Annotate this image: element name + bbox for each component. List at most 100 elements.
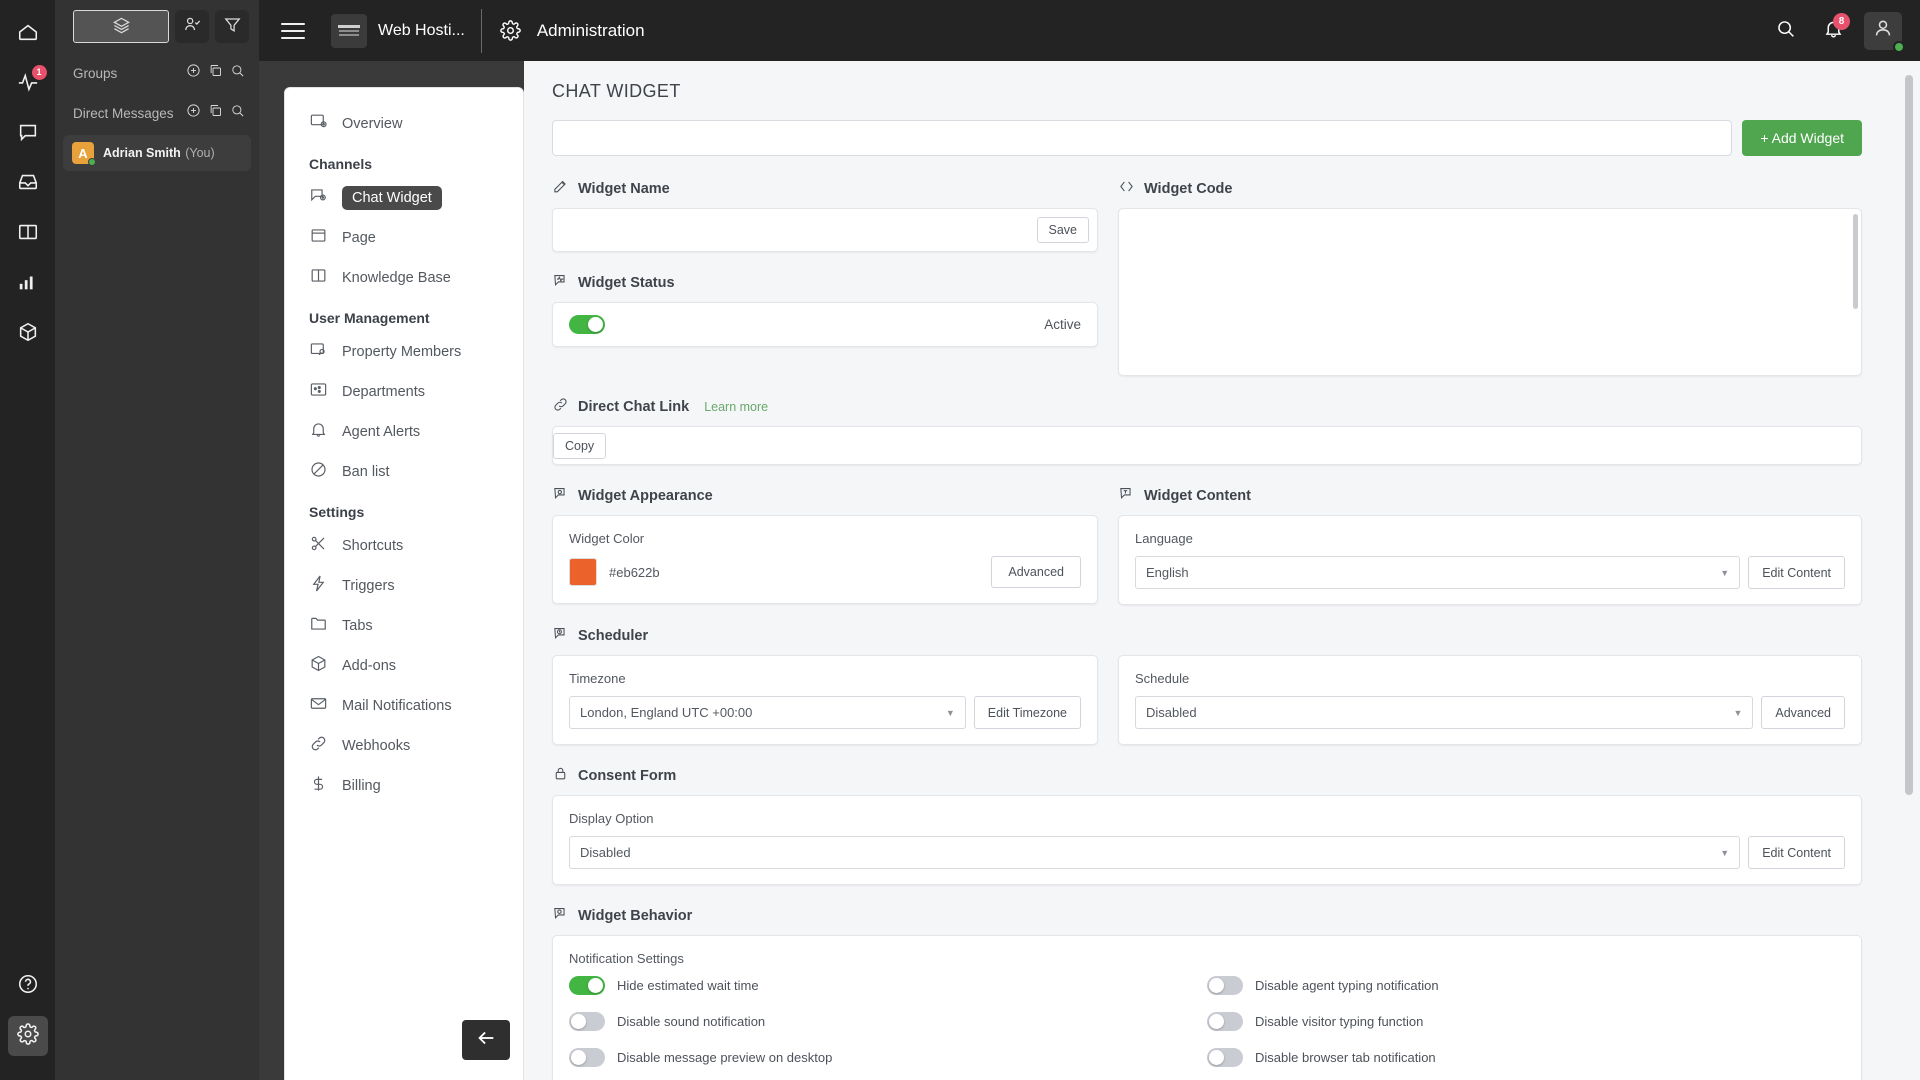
toggle-label: Hide estimated wait time: [617, 978, 759, 993]
display-option-value: Disabled: [580, 845, 631, 860]
search-dm-icon[interactable]: [230, 103, 245, 123]
nav-item-webhooks[interactable]: Webhooks: [285, 726, 523, 766]
admin-gear-icon: [500, 20, 521, 41]
dm-list-item-adrian-smith[interactable]: A Adrian Smith (You): [63, 135, 251, 171]
schedule-advanced-button[interactable]: Advanced: [1761, 696, 1845, 729]
notifications-button[interactable]: 8: [1814, 12, 1852, 50]
consent-edit-content-button[interactable]: Edit Content: [1748, 836, 1845, 869]
sidebar-tool-filter[interactable]: [215, 10, 249, 43]
widget-content-heading-label: Widget Content: [1144, 487, 1251, 504]
rail-item-inbox[interactable]: [8, 164, 48, 204]
toggle-hide-wait-time[interactable]: [569, 976, 605, 995]
home-icon: [17, 21, 39, 48]
sidebar-tool-layers[interactable]: [73, 10, 169, 43]
rail-item-help[interactable]: [8, 966, 48, 1006]
nav-item-chat-widget[interactable]: Chat Widget: [285, 178, 523, 218]
display-option-select[interactable]: Disabled ▼: [569, 836, 1741, 869]
widget-status-heading: Widget Status: [552, 272, 1098, 293]
nav-item-add-ons[interactable]: Add-ons: [285, 646, 523, 686]
notification-left-column: Hide estimated wait time Disable sound n…: [569, 976, 1207, 1080]
nav-panel-wrapper: Overview Channels Chat Widget Page Knowl…: [259, 61, 524, 1080]
schedule-row: Disabled ▼ Advanced: [1135, 696, 1845, 729]
appearance-and-content-row: Widget Appearance Widget Color #eb622b A…: [552, 485, 1862, 605]
rail-item-knowledge[interactable]: [8, 214, 48, 254]
nav-item-knowledge-base[interactable]: Knowledge Base: [285, 258, 523, 298]
layers-icon: [112, 16, 131, 38]
rail-item-chat[interactable]: [8, 114, 48, 154]
notification-toggles-grid: Hide estimated wait time Disable sound n…: [569, 976, 1845, 1080]
widget-code-scrollbar[interactable]: [1853, 214, 1858, 309]
widget-color-hex: #eb622b: [609, 564, 660, 580]
nav-item-ban-list[interactable]: Ban list: [285, 452, 523, 492]
status-monitor-icon: [552, 272, 569, 293]
rail-item-home[interactable]: [8, 14, 48, 54]
edit-timezone-button[interactable]: Edit Timezone: [973, 696, 1081, 729]
property-name[interactable]: Web Hosti...: [378, 22, 465, 40]
sidebar-toolbar: [55, 0, 259, 49]
application-root: 1 Groups Direct Messages A Adrian Smith …: [0, 0, 1920, 1080]
appearance-advanced-button[interactable]: Advanced: [991, 556, 1081, 588]
copy-dm-icon[interactable]: [208, 103, 223, 123]
toggle-disable-agent-typing[interactable]: [1207, 976, 1243, 995]
sidebar-tool-person-check[interactable]: [175, 10, 209, 43]
toggle-label: Disable sound notification: [617, 1014, 766, 1029]
nav-item-mail-notifications[interactable]: Mail Notifications: [285, 686, 523, 726]
add-widget-button[interactable]: + Add Widget: [1742, 120, 1862, 156]
rail-item-settings[interactable]: [7, 1016, 48, 1056]
toggle-disable-sound[interactable]: [569, 1012, 605, 1031]
scheduler-heading-label: Scheduler: [578, 627, 649, 644]
nav-item-departments[interactable]: Departments: [285, 372, 523, 412]
widget-color-swatch[interactable]: [569, 558, 597, 586]
rail-item-addons[interactable]: [8, 314, 48, 354]
add-dm-icon[interactable]: [186, 103, 201, 123]
toggle-disable-browser-tab[interactable]: [1207, 1048, 1243, 1067]
collapse-nav-button[interactable]: [462, 1020, 510, 1060]
timezone-select[interactable]: London, England UTC +00:00 ▼: [569, 696, 966, 729]
nav-item-agent-alerts[interactable]: Agent Alerts: [285, 412, 523, 452]
nav-item-triggers[interactable]: Triggers: [285, 566, 523, 606]
chevron-down-icon: ▼: [1720, 567, 1730, 578]
widget-name-column: Widget Name Save Widget Status Active: [552, 178, 1098, 376]
chart-icon: [17, 271, 39, 298]
widget-appearance-heading: Widget Appearance: [552, 485, 1098, 506]
rail-item-activity[interactable]: 1: [8, 64, 48, 104]
schedule-card: Schedule Disabled ▼ Advanced: [1118, 655, 1862, 745]
rail-item-analytics[interactable]: [8, 264, 48, 304]
nav-item-overview[interactable]: Overview: [285, 104, 523, 144]
language-row: English ▼ Edit Content: [1135, 556, 1845, 589]
language-select[interactable]: English ▼: [1135, 556, 1741, 589]
add-group-icon[interactable]: [186, 63, 201, 83]
toggle-disable-visitor-typing[interactable]: [1207, 1012, 1243, 1031]
user-avatar-button[interactable]: [1864, 11, 1905, 53]
schedule-column: Schedule Disabled ▼ Advanced: [1118, 655, 1862, 745]
widget-code-textarea[interactable]: [1119, 209, 1861, 375]
edit-content-language-button[interactable]: Edit Content: [1748, 556, 1845, 589]
nav-item-property-members[interactable]: Property Members: [285, 332, 523, 372]
widget-code-card: [1118, 208, 1862, 376]
package-icon: [17, 321, 39, 348]
widget-status-toggle[interactable]: [569, 315, 605, 334]
schedule-select[interactable]: Disabled ▼: [1135, 696, 1754, 729]
pencil-icon: [552, 178, 569, 199]
global-search-button[interactable]: [1766, 12, 1804, 50]
nav-item-shortcuts[interactable]: Shortcuts: [285, 526, 523, 566]
learn-more-link[interactable]: Learn more: [704, 400, 768, 414]
main-inner: CHAT WIDGET + Add Widget Widget Name Sav…: [524, 61, 1892, 1080]
menu-toggle-icon[interactable]: [281, 22, 305, 39]
nav-item-tabs[interactable]: Tabs: [285, 606, 523, 646]
nav-item-page[interactable]: Page: [285, 218, 523, 258]
nav-group-title-channels: Channels: [309, 156, 373, 172]
search-group-icon[interactable]: [230, 63, 245, 83]
toggle-label: Disable browser tab notification: [1255, 1050, 1436, 1065]
nav-item-label: Billing: [342, 778, 381, 794]
avatar: A: [72, 142, 96, 166]
save-widget-name-button[interactable]: Save: [1036, 217, 1089, 243]
toggle-disable-preview-desktop[interactable]: [569, 1048, 605, 1067]
nav-item-label: Property Members: [342, 344, 462, 360]
copy-direct-chat-link-button[interactable]: Copy: [553, 432, 607, 459]
nav-item-billing[interactable]: Billing: [285, 766, 523, 806]
copy-group-icon[interactable]: [208, 63, 223, 83]
widget-appearance-card: Widget Color #eb622b Advanced: [552, 515, 1098, 604]
main-scrollbar[interactable]: [1905, 75, 1913, 795]
widget-select-input[interactable]: [552, 120, 1733, 156]
